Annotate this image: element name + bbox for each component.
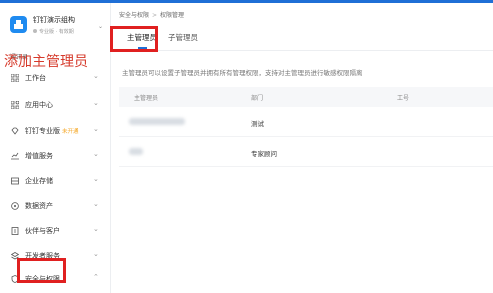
- chevron-down-icon: ⌄: [93, 99, 99, 107]
- breadcrumb-separator: >: [152, 12, 158, 19]
- grid-icon: [11, 74, 19, 82]
- sidebar-item-storage[interactable]: 企业存储 ⌄: [0, 171, 110, 191]
- org-subtitle: 专业版 · 有效期: [33, 28, 74, 35]
- page-description: 主管理员可以设置子管理员并拥有所有管理权限，支持对主管理员进行敏感权限隔离: [122, 69, 363, 77]
- sidebar-item-data-assets[interactable]: 数据资产 ⌄: [0, 196, 110, 216]
- highlight-box-security: [17, 258, 66, 283]
- chart-icon: [11, 152, 19, 160]
- chevron-down-icon: ⌄: [93, 225, 99, 233]
- sidebar-item-label: 应用中心: [25, 101, 53, 109]
- chevron-down-icon: ⌄: [93, 125, 99, 133]
- sidebar-item-label: 工作台: [25, 74, 46, 82]
- sidebar: 钉钉演示组构 专业版 · 有效期 ⌄ 通讯录 添加主管理员 工作台 ⌄ 应用中心…: [0, 3, 111, 293]
- column-header-admin: 主管理员: [134, 95, 159, 102]
- diamond-icon: [11, 127, 19, 135]
- table-row: 专家顾问: [119, 139, 493, 167]
- highlight-box-main-admin-tab: [110, 26, 158, 52]
- org-switcher[interactable]: 钉钉演示组构 专业版 · 有效期 ⌄: [8, 12, 108, 40]
- annotation-label: 添加主管理员: [4, 54, 88, 70]
- sidebar-item-label: 企业存储: [25, 177, 53, 185]
- chevron-down-icon: ⌄: [93, 72, 99, 80]
- cell-department: 测试: [251, 120, 264, 128]
- chevron-up-icon: ⌃: [93, 273, 99, 281]
- table-row: 测试: [119, 109, 493, 137]
- chevron-down-icon: ⌄: [93, 175, 99, 183]
- sidebar-item-workbench[interactable]: 工作台 ⌄: [0, 68, 110, 88]
- org-name: 钉钉演示组构: [33, 16, 75, 24]
- column-header-department: 部门: [251, 95, 264, 102]
- partner-icon: [11, 227, 19, 235]
- sidebar-item-label: 钉钉专业版 未开通: [25, 127, 79, 135]
- sidebar-item-app-center[interactable]: 应用中心 ⌄: [0, 95, 110, 115]
- sidebar-item-partners[interactable]: 伙伴与客户 ⌄: [0, 221, 110, 241]
- chevron-down-icon: ⌄: [93, 250, 99, 258]
- sidebar-item-pro[interactable]: 钉钉专业版 未开通 ⌄: [0, 121, 110, 141]
- tab-bar: 主管理员 子管理员: [111, 27, 493, 51]
- table-header: 主管理员 部门 工号: [119, 87, 493, 107]
- org-logo-icon: [10, 16, 27, 33]
- status-badge: 未开通: [62, 129, 79, 135]
- chevron-down-icon[interactable]: ⌄: [98, 23, 103, 30]
- breadcrumb-parent[interactable]: 安全与权限: [119, 12, 149, 19]
- sidebar-item-value-added[interactable]: 增值服务 ⌄: [0, 146, 110, 166]
- cell-department: 专家顾问: [251, 150, 277, 158]
- chevron-down-icon: ⌄: [93, 150, 99, 158]
- sidebar-item-label: 数据资产: [25, 202, 53, 210]
- redacted-name: [129, 148, 143, 155]
- apps-icon: [11, 101, 19, 109]
- storage-icon: [11, 177, 19, 185]
- sidebar-item-label: 伙伴与客户: [25, 227, 60, 235]
- column-header-employee-id: 工号: [397, 95, 410, 102]
- breadcrumb: 安全与权限 > 权限管理: [119, 10, 184, 19]
- sidebar-item-label: 增值服务: [25, 152, 53, 160]
- data-icon: [11, 202, 19, 210]
- chevron-down-icon: ⌄: [93, 200, 99, 208]
- redacted-name: [129, 118, 185, 125]
- tab-sub-admin[interactable]: 子管理员: [168, 32, 198, 43]
- breadcrumb-current: 权限管理: [160, 12, 185, 19]
